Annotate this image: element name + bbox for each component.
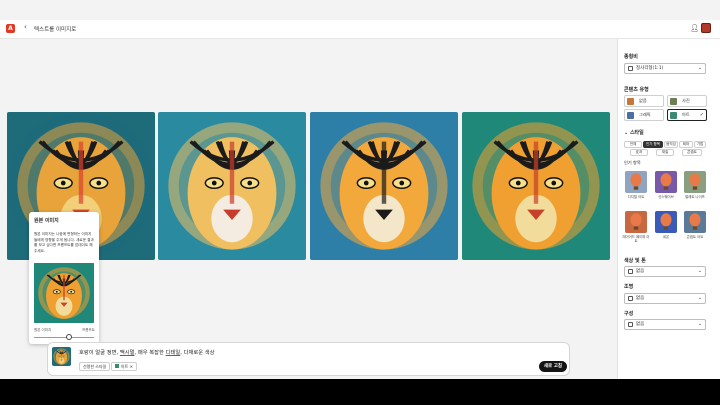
aspect-ratio-value: 정사각형(1:1) <box>636 66 664 71</box>
strength-slider-track[interactable] <box>34 337 94 338</box>
content-type-tag-label: 아트 <box>121 364 129 369</box>
chevron-down-icon: ⌄ <box>624 130 629 136</box>
color-tone-select[interactable]: 없음 ⌄ <box>624 266 706 277</box>
content-type-label: 콘텐츠 유형 <box>624 87 649 93</box>
lighting-label: 조명 <box>624 284 634 290</box>
style-tab-effects[interactable]: 효과 <box>630 149 648 156</box>
composition-label: 구성 <box>624 311 634 317</box>
art-icon <box>115 364 119 368</box>
content-type-thumb <box>670 112 677 119</box>
style-tab-movement[interactable]: 움직임 <box>664 141 678 148</box>
top-bar <box>0 20 720 39</box>
refresh-button[interactable]: 새로 고침 <box>539 361 567 372</box>
prompt-text-5: , 다채로운 색상 <box>180 350 215 356</box>
effect-synthwave[interactable] <box>655 171 677 193</box>
effect-layered-paper[interactable] <box>625 211 647 233</box>
slider-max-label: 프롬프트 <box>82 328 95 332</box>
style-label-text: 스타일 <box>629 130 644 136</box>
close-icon: × <box>129 364 134 369</box>
generated-image-3[interactable] <box>310 112 458 260</box>
effect-neon[interactable] <box>655 211 677 233</box>
style-tab-all[interactable]: 전체 <box>624 141 642 148</box>
chevron-down-icon: ⌄ <box>697 295 702 301</box>
lighting-select[interactable]: 없음 ⌄ <box>624 293 706 304</box>
page-title: 텍스트를 이미지로 <box>34 27 77 33</box>
adobe-logo[interactable]: A <box>6 24 15 33</box>
style-tab-material[interactable]: 재질 <box>656 149 674 156</box>
color-tone-value: 없음 <box>636 269 645 274</box>
app-window: A ‹ 텍스트를 이미지로 👤︎ 원본 이미지 원본 이미지는 나중에 변형하는… <box>0 0 720 405</box>
back-button[interactable]: ‹ <box>24 23 27 31</box>
content-type-graphic[interactable]: 그래픽 <box>624 109 664 121</box>
letterbox-bottom <box>0 379 720 405</box>
strength-slider-handle[interactable] <box>66 334 72 340</box>
content-type-tag-button[interactable]: 아트 × <box>111 362 138 371</box>
slider-min-label: 원본 이미지 <box>34 328 52 332</box>
square-icon <box>628 66 633 71</box>
light-icon <box>628 296 633 301</box>
effect-synthwave-label: 신스웨이브 <box>658 195 674 199</box>
content-type-photo[interactable]: 사진 <box>667 95 707 107</box>
content-type-thumb <box>627 112 634 119</box>
aspect-ratio-select[interactable]: 정사각형(1:1) ⌄ <box>624 63 706 74</box>
color-tone-label: 색상 및 톤 <box>624 258 646 264</box>
check-icon: ✓ <box>699 112 704 118</box>
style-tab-theme[interactable]: 테마 <box>679 141 693 148</box>
effect-layered-paper-label: 레이어드 페이퍼 아트 <box>622 235 650 243</box>
generated-image-2[interactable] <box>158 112 306 260</box>
reference-thumbnail[interactable] <box>52 347 71 366</box>
reference-image <box>34 262 94 324</box>
chevron-down-icon: ⌄ <box>697 268 702 274</box>
composition-value: 없음 <box>636 322 645 327</box>
avatar[interactable] <box>701 23 711 33</box>
content-type-none[interactable]: 없음 <box>624 95 664 107</box>
content-type-none-label: 없음 <box>639 98 647 103</box>
effect-neon-label: 네온 <box>662 235 670 239</box>
effects-section-label: 인기 항목 <box>624 160 641 165</box>
user-icon[interactable]: 👤︎ <box>690 24 699 32</box>
effect-digital-art-label: 디지털 아트 <box>627 195 645 199</box>
prompt-text-3: , 매우 복잡한 <box>134 350 166 356</box>
content-type-art-label: 아트 <box>682 112 690 117</box>
prompt-text-4: 디테일 <box>165 350 181 356</box>
content-type-thumb <box>627 98 634 105</box>
popover-description: 원본 이미지는 나중에 변형하는 이미지들에게 영향을 주게 됩니다. 새로운 … <box>34 232 94 253</box>
chevron-down-icon: ⌄ <box>697 321 702 327</box>
effect-palette-knife-label: 팔레트 나이프 <box>685 195 705 199</box>
popover-title: 원본 이미지 <box>34 218 59 224</box>
content-type-graphic-label: 그래픽 <box>639 112 651 117</box>
prompt-input[interactable]: 호랑이 얼굴 정면, 맥시멀, 매우 복잡한 디테일, 다채로운 색상 <box>79 348 215 356</box>
prompt-text-1: 호랑이 얼굴 정면, <box>79 350 120 356</box>
content-type-photo-label: 사진 <box>682 98 690 103</box>
palette-icon <box>628 269 633 274</box>
composition-icon <box>628 322 633 327</box>
lighting-value: 없음 <box>636 296 645 301</box>
style-label: ⌄ 스타일 <box>624 129 644 136</box>
aspect-ratio-label: 종횡비 <box>624 54 638 60</box>
chevron-down-icon: ⌄ <box>697 65 702 71</box>
effect-concept-art-label: 콘셉트 아트 <box>686 235 704 239</box>
style-tab-technique[interactable]: 기법 <box>694 141 706 148</box>
composition-select[interactable]: 없음 ⌄ <box>624 319 706 330</box>
content-type-thumb <box>670 98 677 105</box>
style-tag-button[interactable]: 선명한 스타일 <box>79 362 111 371</box>
style-tab-popular[interactable]: 인기 항목 <box>643 141 663 148</box>
effect-digital-art[interactable] <box>625 171 647 193</box>
effect-palette-knife[interactable] <box>684 171 706 193</box>
effect-concept-art[interactable] <box>684 211 706 233</box>
generated-image-4[interactable] <box>462 112 610 260</box>
prompt-text-2: 맥시멀 <box>119 350 135 356</box>
style-tab-concept[interactable]: 콘셉트 <box>682 149 702 156</box>
content-type-art[interactable]: 아트 ✓ <box>667 109 707 121</box>
